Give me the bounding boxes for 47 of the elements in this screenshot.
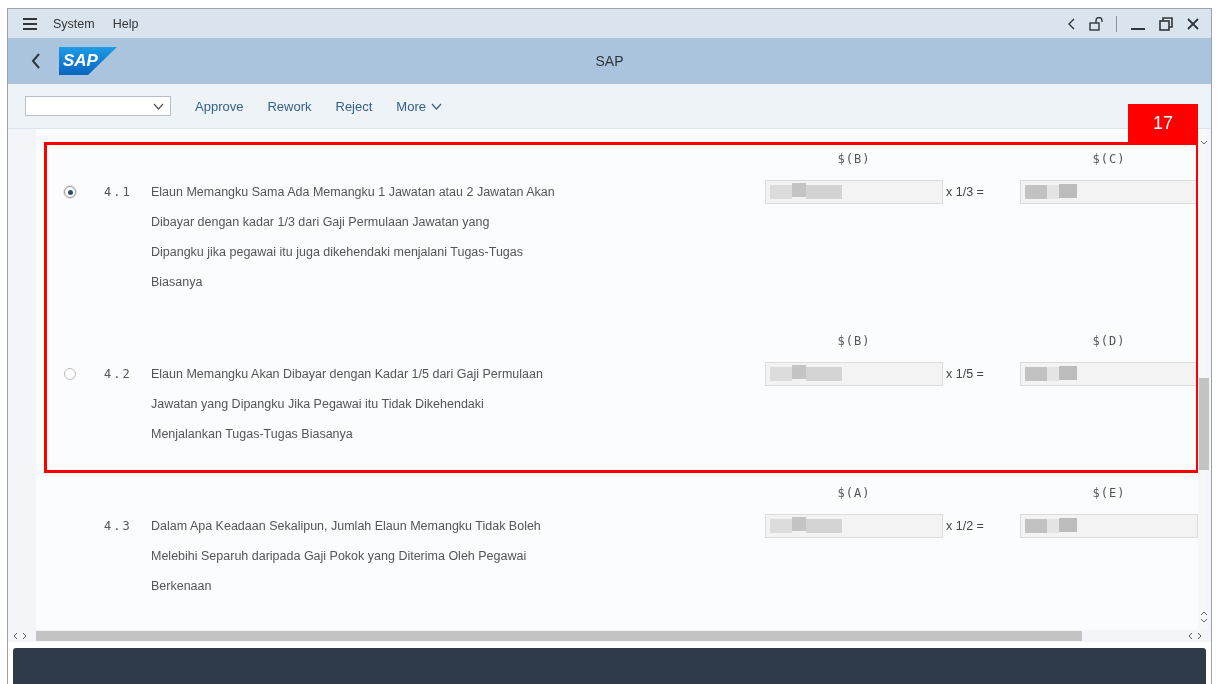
menu-icon[interactable] <box>23 17 37 30</box>
toolbar-button[interactable]: Rework <box>263 94 316 118</box>
column-header: $(E) <box>1091 486 1127 500</box>
toolbar-button[interactable]: More <box>392 94 446 118</box>
multiplier-text: x 1/2 = <box>945 518 985 535</box>
scroll-left-right-icon[interactable] <box>12 632 28 640</box>
scroll-left-right-icon[interactable] <box>1187 632 1203 640</box>
chevron-left-icon[interactable] <box>1067 17 1075 30</box>
item-description: Elaun Memangku Sama Ada Memangku 1 Jawatan atau 2 Jawatan Akan Dibayar dengan kadar 1/3 dari Gaji Permulaan Jawatan yang Dipangku jika pegawai itu juga dikehendaki menjalani Tugas-Tugas Biasanya <box>151 184 556 291</box>
amount-field[interactable] <box>765 362 943 386</box>
amount-field[interactable] <box>765 180 943 204</box>
result-field[interactable] <box>1020 180 1198 204</box>
scrollbar-thumb[interactable] <box>36 631 1082 641</box>
scrollbar-thumb[interactable] <box>1199 378 1209 470</box>
scroll-up-down-icon[interactable] <box>1200 609 1208 625</box>
menu-item[interactable]: System <box>53 16 95 31</box>
multiplier-text: x 1/3 = <box>945 184 985 201</box>
column-header: $(A) <box>836 486 872 500</box>
step-callout: 17 <box>1128 104 1198 144</box>
item-number: 4.1 <box>104 184 133 201</box>
sap-logo: SAP <box>59 47 117 75</box>
result-field[interactable] <box>1020 514 1198 538</box>
result-field[interactable] <box>1020 362 1198 386</box>
column-header: $(C) <box>1091 152 1127 166</box>
item-description: Elaun Memangku Akan Dibayar dengan Kadar 1/5 dari Gaji Permulaan Jawatan yang Dipangku Jika Pegawai itu Tidak Dikehendaki Menjalankan Tugas-Tugas Biasanya <box>151 366 544 443</box>
dropdown-field[interactable] <box>25 96 171 116</box>
item-number: 4.2 <box>104 366 133 383</box>
back-icon[interactable] <box>31 53 41 69</box>
item-description: Dalam Apa Keadaan Sekalipun, Jumlah Elaun Memangku Tidak Boleh Melebihi Separuh daripada Gaji Pokok yang Diterima Oleh Pegawai Berkenaan <box>151 518 542 595</box>
column-header: $(D) <box>1091 334 1127 348</box>
caret-icon <box>153 102 164 110</box>
restore-icon[interactable] <box>1159 16 1173 31</box>
item-number: 4.3 <box>104 518 133 535</box>
caret-icon <box>431 102 442 110</box>
column-header: $(B) <box>836 334 872 348</box>
unlocked-padlock-icon[interactable] <box>1089 16 1104 31</box>
multiplier-text: x 1/5 = <box>945 366 985 383</box>
toolbar-button[interactable]: Approve <box>191 94 248 118</box>
window-title: SAP <box>594 53 625 69</box>
scroll-up-down-icon[interactable] <box>1200 139 1208 147</box>
toolbar-button[interactable]: Reject <box>331 94 377 118</box>
radio-button[interactable] <box>64 186 76 198</box>
column-header: $(B) <box>836 152 872 166</box>
close-icon[interactable] <box>1187 17 1199 30</box>
menu-item[interactable]: Help <box>112 16 139 31</box>
radio-button[interactable] <box>64 368 76 380</box>
amount-field[interactable] <box>765 514 943 538</box>
